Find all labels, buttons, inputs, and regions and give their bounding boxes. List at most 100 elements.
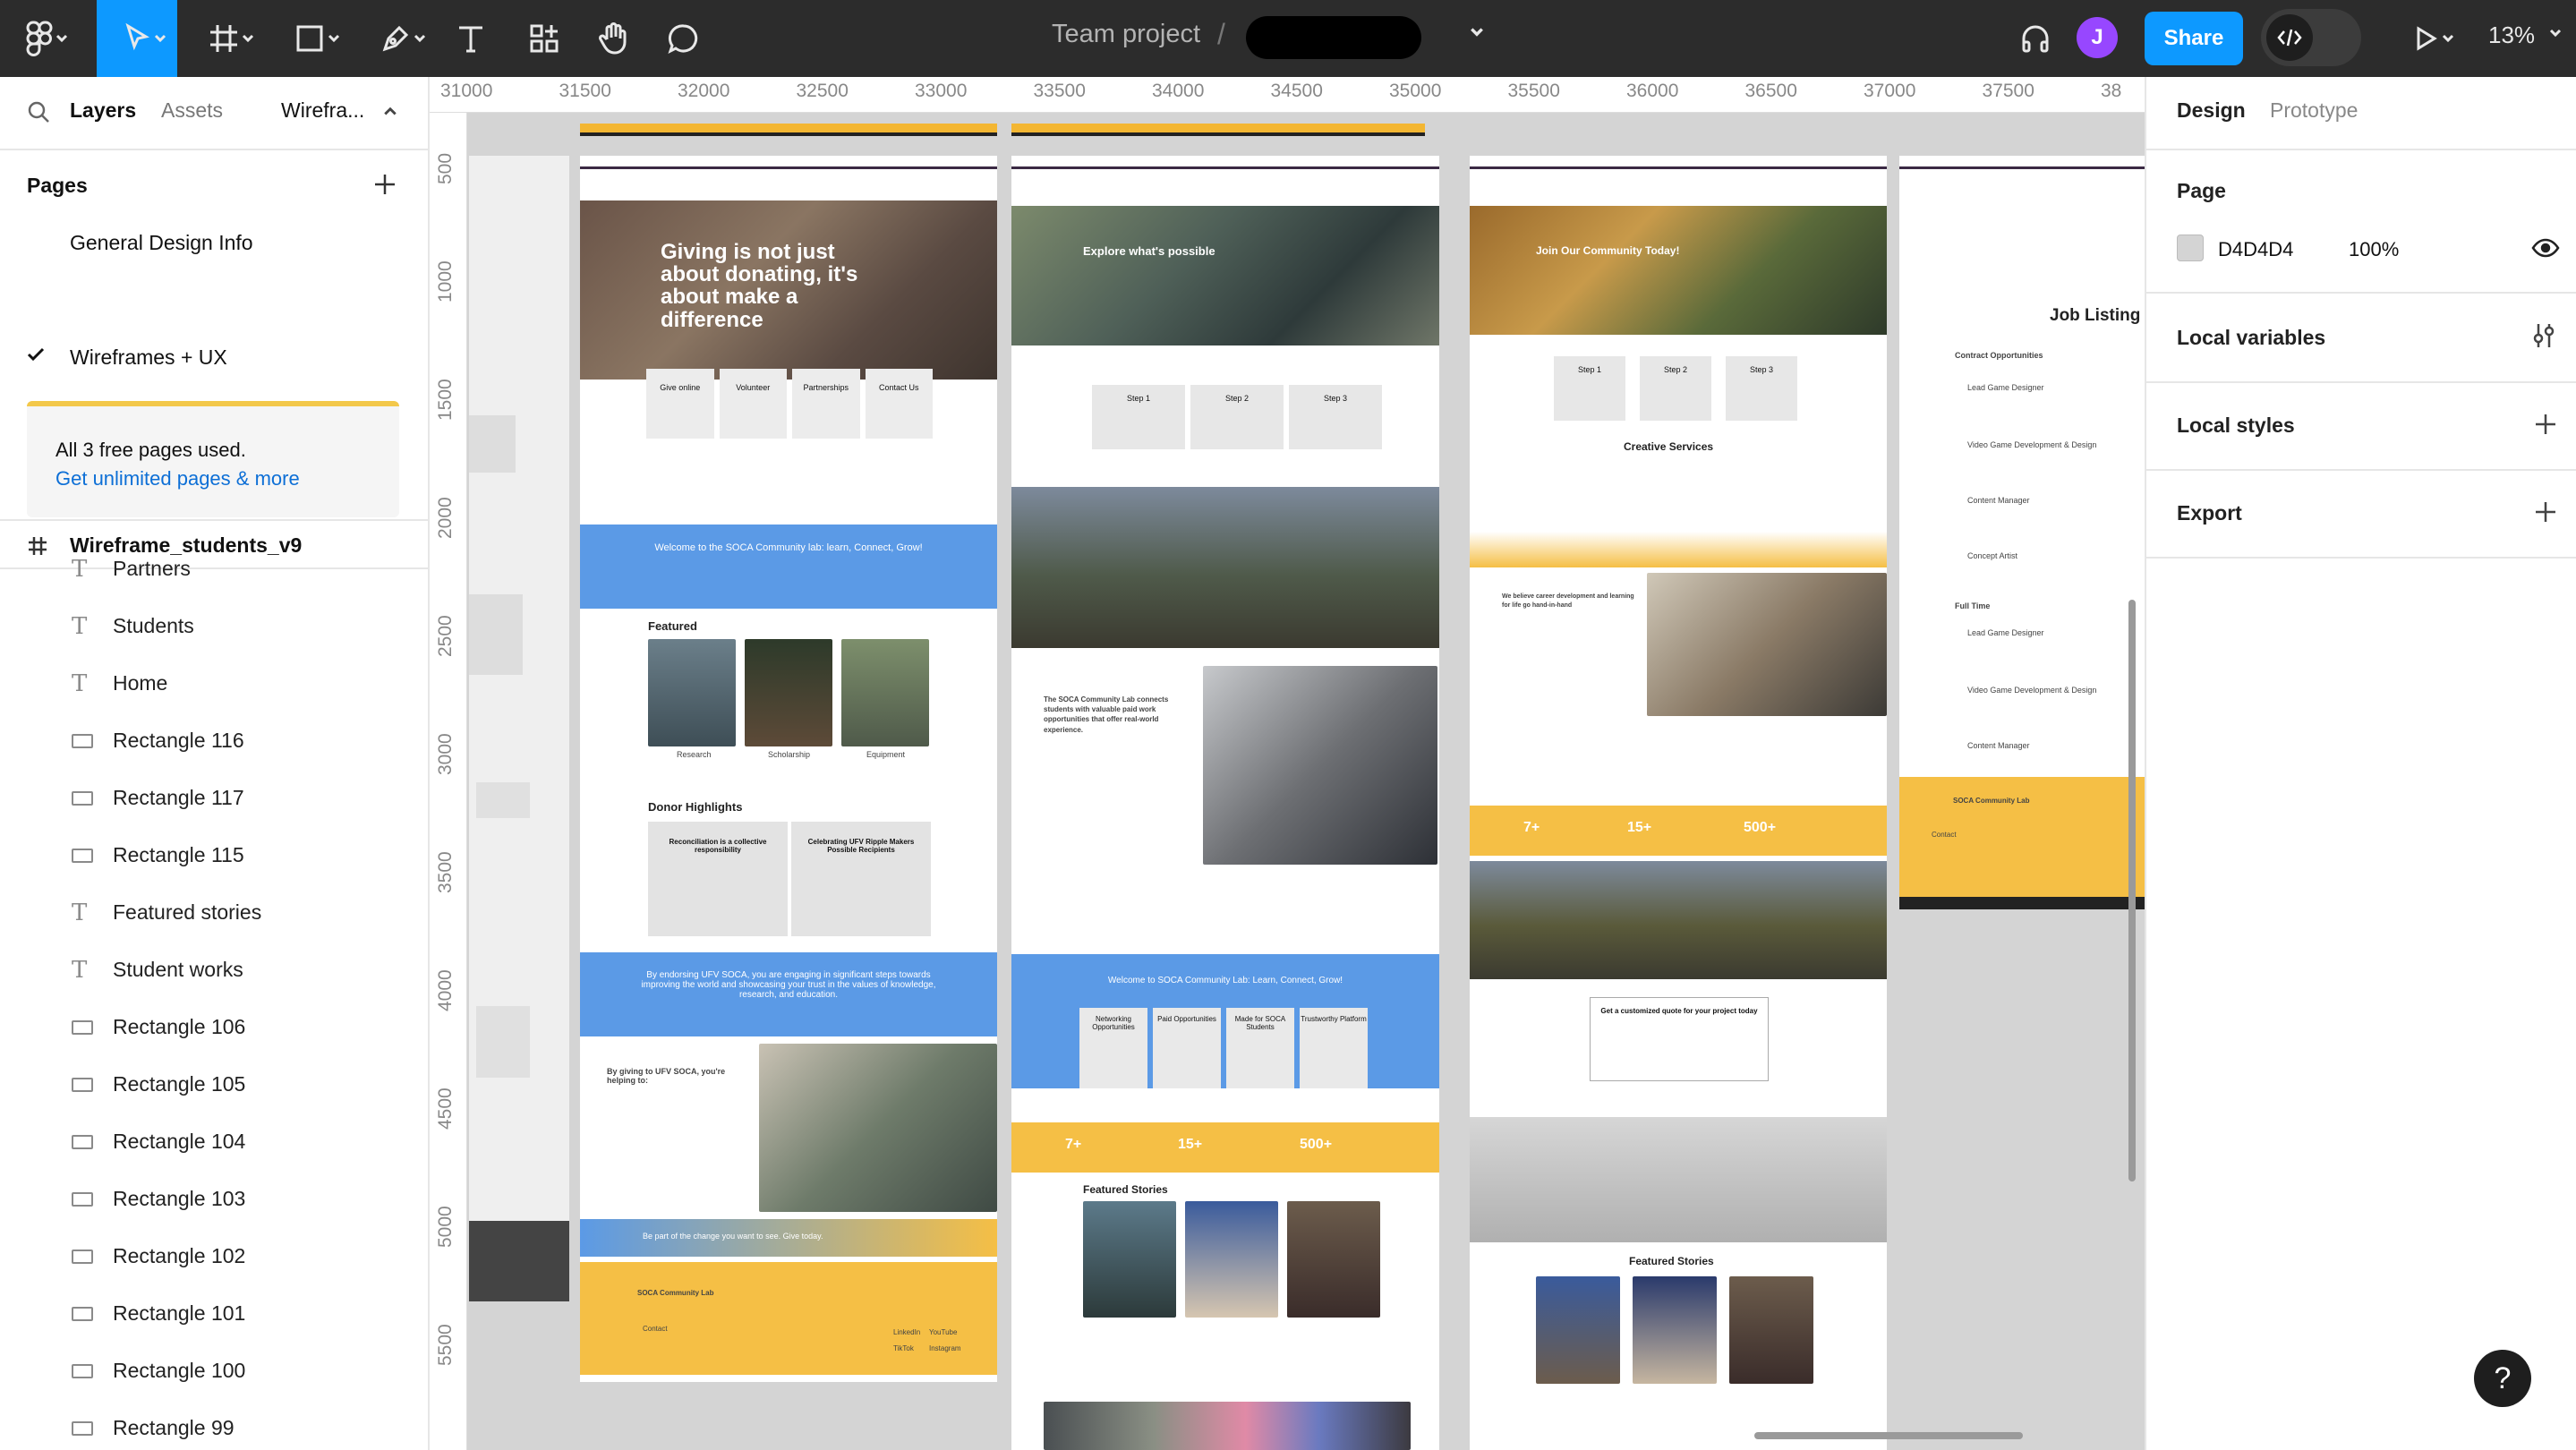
comment-tool[interactable]: [657, 0, 711, 77]
layer-item[interactable]: T Featured stories: [0, 884, 428, 942]
page-color-swatch[interactable]: [2177, 235, 2204, 261]
frame-donate-home[interactable]: Giving is not just about donating, it's …: [580, 156, 997, 1382]
hand-tool[interactable]: [587, 0, 641, 77]
present-button[interactable]: [2399, 0, 2454, 77]
layer-item[interactable]: Rectangle 106: [0, 999, 428, 1056]
donor-card-1[interactable]: Reconciliation is a collective responsib…: [648, 822, 788, 936]
tab-design[interactable]: Design: [2177, 98, 2246, 123]
page-item-wireframes[interactable]: Wireframes + UX: [70, 345, 227, 370]
file-name-redacted[interactable]: [1246, 16, 1421, 59]
job-lead-game-designer-ft[interactable]: Lead Game Designer: [1967, 628, 2044, 637]
plus-icon[interactable]: [2533, 412, 2558, 437]
stat-2: 15+: [1627, 820, 1652, 835]
layer-item[interactable]: Rectangle 105: [0, 1056, 428, 1113]
frame-job-listing[interactable]: Job Listing Contract Opportunities Lead …: [1899, 156, 2145, 909]
card-contact[interactable]: Contact Us: [865, 369, 933, 439]
layer-item[interactable]: Rectangle 101: [0, 1285, 428, 1343]
ruler-tick-label: 36000: [1626, 81, 1679, 101]
job-content-manager-ft[interactable]: Content Manager: [1967, 741, 2030, 750]
pen-tool[interactable]: [360, 0, 431, 77]
chevron-down-icon[interactable]: [2549, 29, 2562, 38]
page-opacity-value[interactable]: 100%: [2349, 238, 2399, 261]
avatar[interactable]: J: [2077, 17, 2118, 58]
frame-tool[interactable]: [188, 0, 260, 77]
ruler-tick-label: 32000: [678, 81, 730, 101]
help-button[interactable]: ?: [2474, 1350, 2531, 1407]
ruler-tick-label: 4500: [435, 1088, 456, 1130]
main-menu-button[interactable]: [0, 0, 79, 77]
ruler-tick-label: 500: [435, 152, 456, 184]
layer-label: Rectangle 106: [113, 1015, 246, 1038]
quote-box[interactable]: Get a customized quote for your project …: [1590, 997, 1769, 1081]
page-color-value[interactable]: D4D4D4: [2218, 238, 2293, 261]
project-name[interactable]: Team project: [1052, 20, 1200, 49]
frame-partial-left[interactable]: [469, 156, 569, 1301]
cta-band[interactable]: Be part of the change you want to see. G…: [580, 1219, 997, 1257]
share-button[interactable]: Share: [2145, 12, 2243, 65]
zoom-level[interactable]: 13%: [2488, 21, 2535, 49]
layer-label: Rectangle 104: [113, 1130, 246, 1153]
variables-icon[interactable]: [2531, 322, 2556, 349]
layer-item[interactable]: Rectangle 102: [0, 1228, 428, 1285]
card-volunteer[interactable]: Volunteer: [719, 369, 787, 439]
local-styles-title[interactable]: Local styles: [2177, 414, 2295, 438]
tab-assets[interactable]: Assets: [161, 98, 223, 123]
layer-item[interactable]: Rectangle 104: [0, 1113, 428, 1171]
search-icon[interactable]: [27, 100, 50, 124]
chevron-down-icon[interactable]: [1470, 27, 1484, 38]
canvas[interactable]: 31000 31500 32000 32500 33000 33500 34000 34500…: [430, 77, 2145, 1450]
export-title[interactable]: Export: [2177, 501, 2242, 525]
job-content-manager[interactable]: Content Manager: [1967, 496, 2030, 505]
rectangle-layer-icon: [72, 1020, 93, 1035]
card-give-online[interactable]: Give online: [646, 369, 714, 439]
audio-button[interactable]: [2014, 0, 2057, 77]
chevron-down-icon: [328, 34, 340, 43]
chevron-up-icon[interactable]: [383, 106, 397, 116]
layer-item[interactable]: Rectangle 100: [0, 1343, 428, 1400]
horizontal-scrollbar[interactable]: [1754, 1432, 2023, 1439]
rectangle-layer-icon: [72, 849, 93, 863]
step-1-card: Step 1: [1092, 385, 1185, 449]
layer-item[interactable]: T Partners: [0, 541, 428, 598]
page-switcher[interactable]: Wirefra...: [281, 98, 364, 123]
layer-item[interactable]: T Student works: [0, 942, 428, 999]
job-video-game-dev-ft[interactable]: Video Game Development & Design: [1967, 686, 2096, 695]
donor-card-2[interactable]: Celebrating UFV Ripple Makers Possible R…: [791, 822, 931, 936]
vertical-scrollbar[interactable]: [2128, 600, 2136, 1181]
card-partnerships[interactable]: Partnerships: [792, 369, 860, 439]
text-tool[interactable]: [446, 0, 496, 77]
step-3-card: Step 3: [1726, 356, 1797, 421]
add-page-icon[interactable]: [372, 172, 397, 197]
layer-label: Student works: [113, 958, 243, 981]
footer-instagram[interactable]: Instagram: [929, 1344, 961, 1352]
shape-tool[interactable]: [274, 0, 345, 77]
frame-partners[interactable]: Join Our Community Today! Step 1 Step 2 …: [1470, 156, 1887, 1450]
layer-item[interactable]: Rectangle 116: [0, 712, 428, 770]
layer-item[interactable]: T Students: [0, 598, 428, 655]
tab-layers[interactable]: Layers: [70, 98, 136, 123]
plus-icon[interactable]: [2533, 499, 2558, 525]
layer-item[interactable]: Rectangle 103: [0, 1171, 428, 1228]
layer-item[interactable]: Rectangle 117: [0, 770, 428, 827]
eye-icon[interactable]: [2531, 238, 2560, 258]
layer-item[interactable]: Rectangle 115: [0, 827, 428, 884]
page-item-general[interactable]: General Design Info: [70, 231, 253, 255]
dev-mode-toggle[interactable]: [2261, 9, 2361, 66]
layer-item[interactable]: Rectangle 99: [0, 1400, 428, 1450]
layer-item[interactable]: T Home: [0, 655, 428, 712]
resources-tool[interactable]: [517, 0, 571, 77]
move-tool[interactable]: [97, 0, 177, 77]
job-concept-artist[interactable]: Concept Artist: [1967, 551, 2017, 560]
footer-linkedin[interactable]: LinkedIn: [893, 1328, 920, 1336]
job-lead-game-designer[interactable]: Lead Game Designer: [1967, 383, 2044, 392]
tab-prototype[interactable]: Prototype: [2270, 98, 2358, 123]
local-variables-title[interactable]: Local variables: [2177, 326, 2325, 350]
footer-tiktok[interactable]: TikTok: [893, 1344, 914, 1352]
landscape-photo: [1011, 487, 1439, 648]
upgrade-link[interactable]: Get unlimited pages & more: [55, 467, 300, 490]
job-video-game-dev[interactable]: Video Game Development & Design: [1967, 440, 2096, 449]
footer-youtube[interactable]: YouTube: [929, 1328, 957, 1336]
why-heading: By giving to UFV SOCA, you're helping to…: [607, 1067, 726, 1085]
frame-students[interactable]: Explore what's possible Step 1 Step 2 St…: [1011, 156, 1439, 1450]
ruler-tick-label: 32500: [796, 81, 849, 101]
